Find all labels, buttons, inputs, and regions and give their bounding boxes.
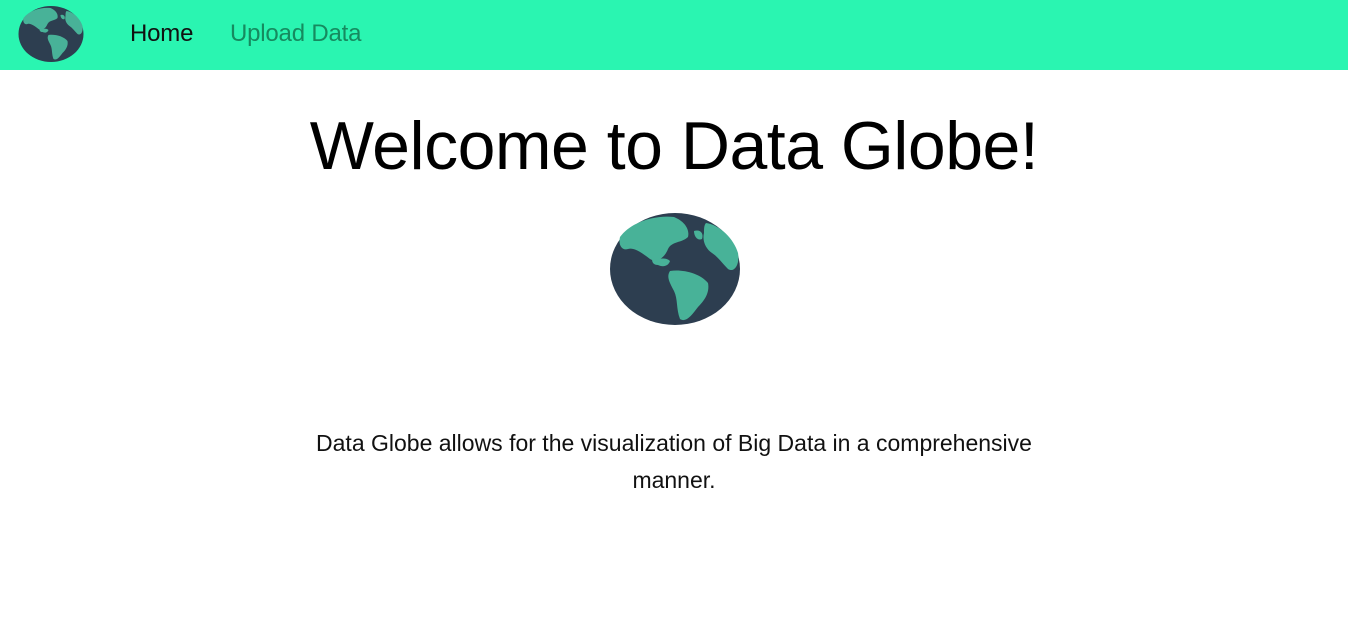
nav-link-upload-data[interactable]: Upload Data: [230, 0, 361, 70]
nav-link-home[interactable]: Home: [130, 0, 193, 70]
page-title: Welcome to Data Globe!: [309, 108, 1039, 184]
globe-icon: [18, 6, 84, 62]
top-navbar: Home Upload Data: [0, 0, 1348, 70]
hero-image: [610, 213, 740, 325]
logo-link[interactable]: [16, 6, 86, 62]
intro-description: Data Globe allows for the visualization …: [316, 430, 1032, 493]
globe-icon: [610, 213, 740, 325]
